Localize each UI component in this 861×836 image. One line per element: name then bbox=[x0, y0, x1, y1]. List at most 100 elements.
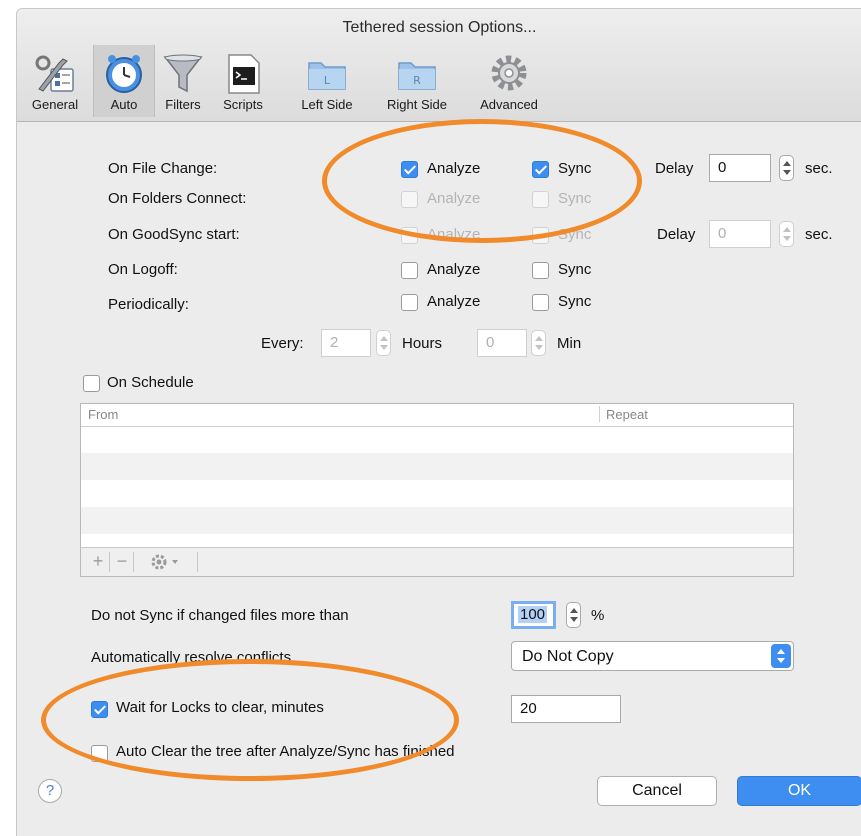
every-min-stepper[interactable] bbox=[531, 330, 546, 356]
toolbar-general[interactable]: General bbox=[17, 45, 93, 117]
on-goodsync-start-sec-label: sec. bbox=[805, 226, 833, 243]
toolbar-scripts-label: Scripts bbox=[223, 97, 263, 112]
auto-clear-tree-label: Auto Clear the tree after Analyze/Sync h… bbox=[116, 743, 455, 760]
schedule-table: From Repeat + − bbox=[80, 403, 794, 577]
options-window: Tethered session Options... General Auto bbox=[16, 8, 861, 836]
periodically-sync-checkbox[interactable] bbox=[532, 294, 549, 311]
on-goodsync-start-label: On GoodSync start: bbox=[108, 226, 240, 243]
min-label: Min bbox=[557, 335, 582, 352]
periodically-sync-label: Sync bbox=[558, 293, 592, 310]
toolbar-advanced[interactable]: Advanced bbox=[465, 45, 553, 117]
column-divider bbox=[599, 406, 600, 422]
resolve-conflicts-value: Do Not Copy bbox=[522, 648, 614, 665]
on-logoff-analyze-label: Analyze bbox=[427, 261, 481, 278]
on-goodsync-start-analyze-checkbox[interactable] bbox=[401, 227, 418, 244]
on-folders-connect-analyze-label: Analyze bbox=[427, 190, 481, 207]
on-folders-connect-analyze-checkbox[interactable] bbox=[401, 191, 418, 208]
on-file-change-analyze-checkbox[interactable] bbox=[401, 161, 418, 178]
every-min-input[interactable]: 0 bbox=[477, 329, 527, 357]
wait-locks-checkbox[interactable] bbox=[91, 701, 108, 718]
cancel-button[interactable]: Cancel bbox=[597, 776, 717, 806]
table-row[interactable] bbox=[81, 480, 793, 507]
gear-icon bbox=[491, 55, 527, 91]
on-logoff-label: On Logoff: bbox=[108, 261, 178, 278]
wait-locks-minutes-input[interactable]: 20 bbox=[511, 695, 621, 723]
toolbar-filters[interactable]: Filters bbox=[153, 45, 213, 117]
periodically-label: Periodically: bbox=[108, 296, 189, 313]
add-schedule-button[interactable]: + bbox=[87, 552, 110, 572]
help-button[interactable]: ? bbox=[38, 779, 62, 803]
filter-funnel-icon bbox=[163, 54, 203, 93]
svg-text:R: R bbox=[413, 74, 421, 87]
on-file-change-sync-checkbox[interactable] bbox=[532, 161, 549, 178]
auto-clear-tree-checkbox[interactable] bbox=[91, 745, 108, 762]
title-toolbar: Tethered session Options... General Auto bbox=[17, 9, 861, 122]
on-goodsync-start-analyze-label: Analyze bbox=[427, 226, 481, 243]
tools-icon bbox=[35, 55, 74, 92]
on-folders-connect-sync-label: Sync bbox=[558, 190, 592, 207]
window-title: Tethered session Options... bbox=[342, 19, 537, 36]
remove-schedule-button[interactable]: − bbox=[111, 552, 134, 572]
on-file-change-delay-label: Delay bbox=[655, 160, 694, 177]
toolbar-left-side[interactable]: L Left Side bbox=[285, 45, 369, 117]
ok-button[interactable]: OK bbox=[737, 776, 861, 806]
on-goodsync-start-sync-checkbox[interactable] bbox=[532, 227, 549, 244]
max-changed-files-label: Do not Sync if changed files more than bbox=[91, 607, 349, 624]
toolbar-right-side[interactable]: R Right Side bbox=[369, 45, 465, 117]
toolbar-left-side-label: Left Side bbox=[301, 97, 353, 112]
on-file-change-analyze-label: Analyze bbox=[427, 160, 481, 177]
percent-label: % bbox=[591, 607, 605, 624]
table-row[interactable] bbox=[81, 426, 793, 453]
chevron-up-down-icon bbox=[771, 644, 791, 668]
clock-icon bbox=[106, 55, 142, 93]
every-label: Every: bbox=[261, 335, 304, 352]
on-goodsync-start-sync-label: Sync bbox=[558, 226, 592, 243]
max-changed-files-input[interactable]: 100 bbox=[511, 601, 556, 629]
toolbar-filters-label: Filters bbox=[165, 97, 201, 112]
highlight-circle-wait-locks bbox=[41, 659, 459, 781]
on-schedule-checkbox[interactable] bbox=[83, 375, 100, 392]
on-goodsync-start-delay-label: Delay bbox=[657, 226, 696, 243]
toolbar-right-side-label: Right Side bbox=[387, 97, 447, 112]
toolbar-auto-label: Auto bbox=[110, 97, 138, 112]
wait-locks-label: Wait for Locks to clear, minutes bbox=[116, 699, 324, 716]
resolve-conflicts-label: Automatically resolve conflicts bbox=[91, 649, 292, 666]
svg-text:L: L bbox=[324, 74, 331, 87]
on-file-change-sec-label: sec. bbox=[805, 160, 833, 177]
table-row[interactable] bbox=[81, 507, 793, 534]
on-logoff-sync-checkbox[interactable] bbox=[532, 262, 549, 279]
on-folders-connect-sync-checkbox[interactable] bbox=[532, 191, 549, 208]
highlight-circle-file-change bbox=[322, 119, 642, 243]
every-hours-stepper[interactable] bbox=[376, 330, 391, 356]
on-logoff-analyze-checkbox[interactable] bbox=[401, 262, 418, 279]
toolbar-auto[interactable]: Auto bbox=[93, 45, 155, 117]
folder-left-icon: L bbox=[308, 62, 346, 90]
schedule-table-header: From Repeat bbox=[81, 404, 793, 427]
periodically-analyze-label: Analyze bbox=[427, 293, 481, 310]
hours-label: Hours bbox=[402, 335, 443, 352]
on-goodsync-start-delay-input[interactable]: 0 bbox=[709, 220, 771, 248]
periodically-analyze-checkbox[interactable] bbox=[401, 294, 418, 311]
column-from[interactable]: From bbox=[88, 407, 118, 422]
max-changed-files-stepper[interactable] bbox=[566, 602, 581, 628]
on-file-change-label: On File Change: bbox=[108, 160, 218, 177]
toolbar-general-label: General bbox=[31, 97, 79, 112]
max-changed-files-value: 100 bbox=[518, 606, 548, 623]
on-folders-connect-label: On Folders Connect: bbox=[108, 190, 247, 207]
schedule-actions-button[interactable] bbox=[137, 552, 198, 572]
column-repeat[interactable]: Repeat bbox=[606, 407, 648, 422]
table-row[interactable] bbox=[81, 453, 793, 480]
toolbar-scripts[interactable]: Scripts bbox=[213, 45, 273, 117]
on-goodsync-start-delay-stepper[interactable] bbox=[779, 221, 794, 247]
resolve-conflicts-select[interactable]: Do Not Copy bbox=[511, 641, 794, 671]
on-file-change-delay-stepper[interactable] bbox=[779, 155, 794, 181]
every-hours-input[interactable]: 2 bbox=[321, 329, 371, 357]
on-logoff-sync-label: Sync bbox=[558, 261, 592, 278]
on-file-change-sync-label: Sync bbox=[558, 160, 592, 177]
on-file-change-delay-input[interactable]: 0 bbox=[709, 154, 771, 182]
toolbar-advanced-label: Advanced bbox=[480, 97, 538, 112]
terminal-icon bbox=[228, 54, 260, 94]
on-schedule-label: On Schedule bbox=[107, 374, 194, 391]
schedule-table-footer: + − bbox=[81, 547, 793, 576]
folder-right-icon: R bbox=[398, 62, 436, 90]
